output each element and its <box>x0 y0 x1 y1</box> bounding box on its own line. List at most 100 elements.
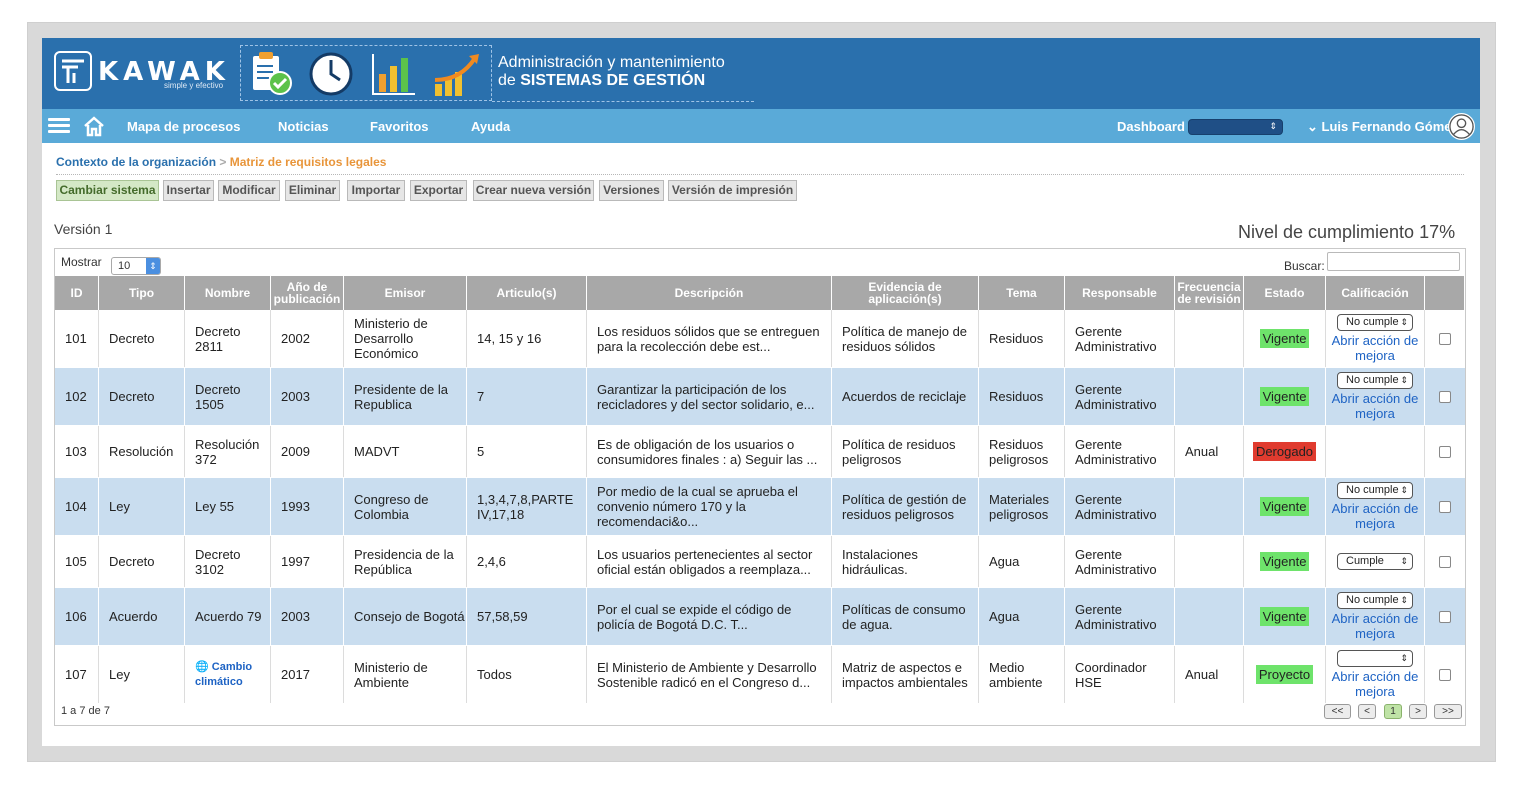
cell-emisor: Presidencia de la República <box>344 536 467 587</box>
version-impresion-button[interactable]: Versión de impresión <box>668 180 797 201</box>
rating-select[interactable]: Cumple ⇕ <box>1337 553 1413 570</box>
column-header-frecuencia[interactable]: Frecuencia de revisión <box>1175 276 1244 310</box>
crear-nueva-version-button[interactable]: Crear nueva versión <box>473 180 594 201</box>
cell-estado: Vigente <box>1244 478 1326 535</box>
column-header-emisor[interactable]: Emisor <box>344 276 467 310</box>
cell-anio: 1993 <box>271 478 344 535</box>
top-navbar: Mapa de procesos Noticias Favoritos Ayud… <box>42 109 1480 143</box>
cell-descripcion: Los residuos sólidos que se entreguen pa… <box>587 310 832 367</box>
nav-favoritos[interactable]: Favoritos <box>370 119 429 134</box>
nav-mapa-procesos[interactable]: Mapa de procesos <box>127 119 240 134</box>
nav-noticias[interactable]: Noticias <box>278 119 329 134</box>
table-row[interactable]: 102 Decreto Decreto 1505 2003 Presidente de … <box>55 368 1465 426</box>
search-input[interactable] <box>1327 252 1460 271</box>
cell-tipo: Decreto <box>99 310 185 367</box>
row-checkbox[interactable] <box>1439 610 1451 623</box>
row-checkbox[interactable] <box>1439 500 1451 513</box>
column-header-evidencia[interactable]: Evidencia de aplicación(s) <box>832 276 979 310</box>
cell-anio: 2009 <box>271 426 344 477</box>
improvement-action-link[interactable]: Abrir acción de mejora <box>1326 611 1424 641</box>
pager-page-1-button[interactable]: 1 <box>1384 704 1402 719</box>
brand-logo[interactable]: KAWAK simple y efectivo <box>54 51 234 93</box>
cell-estado: Vigente <box>1244 368 1326 425</box>
importar-button[interactable]: Importar <box>347 180 405 201</box>
improvement-action-link[interactable]: Abrir acción de mejora <box>1326 333 1424 363</box>
dashboard-select[interactable]: ⇕ <box>1188 119 1283 135</box>
row-checkbox[interactable] <box>1439 668 1451 681</box>
improvement-action-link[interactable]: Abrir acción de mejora <box>1326 501 1424 531</box>
rating-select[interactable]: No cumple ⇕ <box>1337 372 1413 389</box>
table-row[interactable]: 101 Decreto Decreto 2811 2002 Ministerio de … <box>55 310 1465 368</box>
cell-text: 104 <box>65 499 87 514</box>
menu-icon[interactable] <box>48 118 70 134</box>
table-row[interactable]: 107 Ley 🌐 Cambio climático 2017 Ministerio d… <box>55 646 1465 704</box>
cell-text: 2017 <box>281 667 310 682</box>
row-checkbox[interactable] <box>1439 555 1451 568</box>
column-header-articulos[interactable]: Articulo(s) <box>467 276 587 310</box>
eliminar-button[interactable]: Eliminar <box>285 180 340 201</box>
cell-text: Ministerio de Ambiente <box>354 659 428 690</box>
table-row[interactable]: 105 Decreto Decreto 3102 1997 Presidencia de… <box>55 536 1465 588</box>
breadcrumb: Contexto de la organización > Matriz de … <box>56 155 386 169</box>
table-row[interactable]: 106 Acuerdo Acuerdo 79 2003 Consejo de Bogot… <box>55 588 1465 646</box>
table-row[interactable]: 104 Ley Ley 55 1993 Congreso de Colombia 1,3,… <box>55 478 1465 536</box>
cell-articulos: 1,3,4,7,8,PARTE IV,17,18 <box>467 478 587 535</box>
rating-select[interactable]: No cumple ⇕ <box>1337 592 1413 609</box>
rating-value: No cumple <box>1346 594 1399 606</box>
column-header-responsable[interactable]: Responsable <box>1065 276 1175 310</box>
improvement-action-link[interactable]: Abrir acción de mejora <box>1326 391 1424 421</box>
cell-text: Consejo de Bogotá <box>354 609 465 624</box>
rating-select[interactable]: No cumple ⇕ <box>1337 482 1413 499</box>
improvement-action-link[interactable]: Abrir acción de mejora <box>1326 669 1424 699</box>
cell-tema: Medio ambiente <box>979 646 1065 703</box>
breadcrumb-parent[interactable]: Contexto de la organización <box>56 155 216 169</box>
column-header-calificacion[interactable]: Calificación <box>1326 276 1425 310</box>
nav-ayuda[interactable]: Ayuda <box>471 119 510 134</box>
insertar-button[interactable]: Insertar <box>163 180 214 201</box>
home-icon[interactable] <box>82 114 106 138</box>
row-checkbox[interactable] <box>1439 332 1451 345</box>
rating-select[interactable]: No cumple ⇕ <box>1337 314 1413 331</box>
column-header-id[interactable]: ID <box>55 276 99 310</box>
row-checkbox[interactable] <box>1439 445 1451 458</box>
cell-descripcion: Garantizar la participación de los recic… <box>587 368 832 425</box>
column-header-estado[interactable]: Estado <box>1244 276 1326 310</box>
name-link[interactable]: 🌐 Cambio climático <box>195 660 270 690</box>
pager-last-button[interactable]: >> <box>1434 704 1462 719</box>
cell-text: Gerente Administrativo <box>1075 323 1157 354</box>
tagline-underline <box>492 101 754 102</box>
pager-first-button[interactable]: << <box>1324 704 1351 719</box>
modificar-button[interactable]: Modificar <box>218 180 280 201</box>
cell-text: 102 <box>65 389 87 404</box>
cell-emisor: Congreso de Colombia <box>344 478 467 535</box>
cell-evidencia: Política de residuos peligrosos <box>832 426 979 477</box>
cell-anio: 1997 <box>271 536 344 587</box>
column-header-descripcion[interactable]: Descripción <box>587 276 832 310</box>
cell-text: Ley <box>109 667 130 682</box>
cell-text: Residuos <box>989 389 1044 404</box>
select-arrows-icon: ⇕ <box>1400 375 1408 385</box>
column-header-tipo[interactable]: Tipo <box>99 276 185 310</box>
versiones-button[interactable]: Versiones <box>599 180 664 201</box>
page-size-select[interactable]: 10 ⇕ <box>111 257 161 275</box>
rating-select[interactable]: ⇕ <box>1337 650 1413 667</box>
cell-text: Coordinador HSE <box>1075 659 1147 690</box>
cell-calificacion: No cumple ⇕ Abrir acción de mejora <box>1326 310 1425 367</box>
user-menu[interactable]: ⌄ Luis Fernando Gómez <box>1307 119 1458 135</box>
row-checkbox[interactable] <box>1439 390 1451 403</box>
pager-next-button[interactable]: > <box>1409 704 1427 719</box>
exportar-button[interactable]: Exportar <box>410 180 467 201</box>
pager-prev-button[interactable]: < <box>1358 704 1376 719</box>
cell-text: Política de residuos peligrosos <box>842 436 956 467</box>
cambiar-sistema-button[interactable]: Cambiar sistema <box>56 180 159 201</box>
user-avatar-icon[interactable] <box>1448 113 1475 140</box>
column-header-check[interactable] <box>1425 276 1465 310</box>
table-row[interactable]: 103 Resolución Resolución 372 2009 MADVT 5 Es … <box>55 426 1465 478</box>
cell-text: 105 <box>65 554 87 569</box>
cell-text: Política de manejo de residuos sólidos <box>842 323 968 354</box>
cell-id: 106 <box>55 588 99 645</box>
brand-tagline: simple y efectivo <box>164 81 224 90</box>
column-header-tema[interactable]: Tema <box>979 276 1065 310</box>
column-header-nombre[interactable]: Nombre <box>185 276 271 310</box>
column-header-anio[interactable]: Año de publicación <box>271 276 344 310</box>
